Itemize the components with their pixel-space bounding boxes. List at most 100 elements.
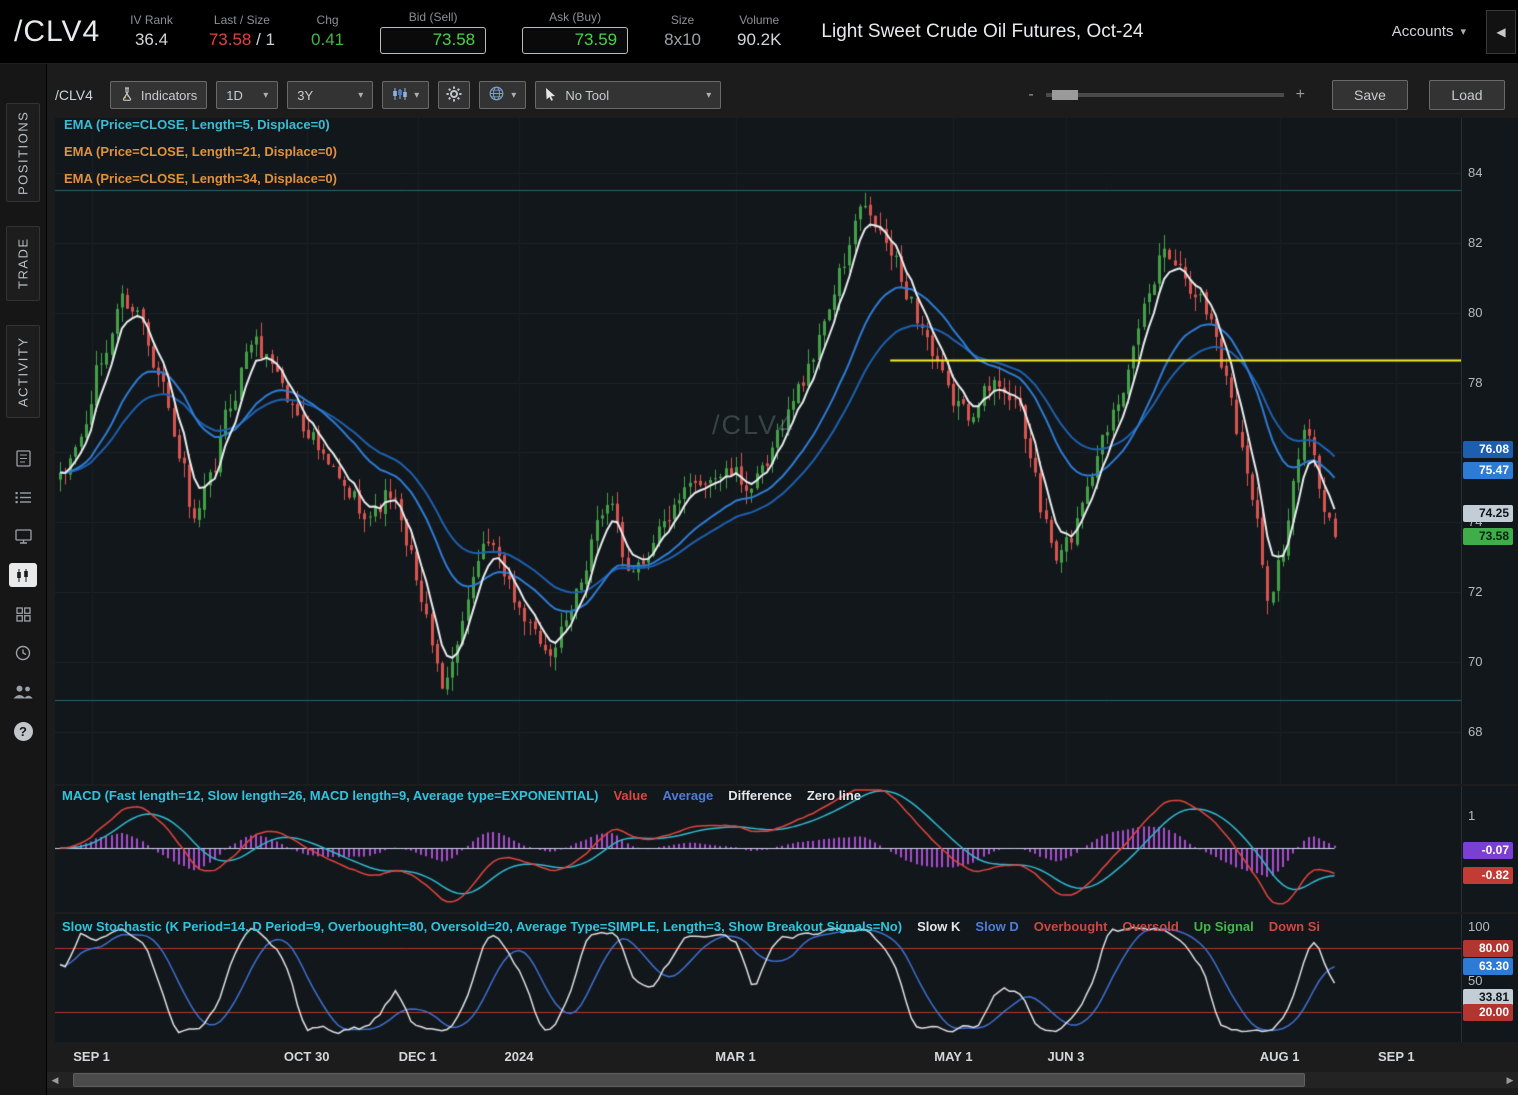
time-axis-label: 2024 (504, 1049, 534, 1064)
scroll-right-button[interactable]: ▶ (1502, 1072, 1518, 1088)
study-label-ema-5[interactable]: EMA (Price=CLOSE, Length=5, Displace=0) (64, 117, 337, 144)
stat-label: Chg (316, 13, 339, 27)
stochastic-legend: Slow Stochastic (K Period=14, D Period=9… (62, 919, 1457, 934)
load-button[interactable]: Load (1429, 80, 1505, 110)
price-badge: 76.08 (1463, 440, 1513, 458)
study-label-ema-34[interactable]: EMA (Price=CLOSE, Length=34, Displace=0) (64, 171, 337, 198)
macd-study-label[interactable]: MACD (Fast length=12, Slow length=26, MA… (62, 788, 598, 803)
zoom-out-button[interactable]: - (1028, 86, 1033, 104)
zoom-slider-track[interactable] (1045, 90, 1284, 100)
chevron-down-icon: ▾ (263, 89, 269, 101)
price-badge: 75.47 (1463, 461, 1513, 479)
stat-chg: Chg 0.41 (311, 13, 344, 50)
stat-bid[interactable]: Bid (Sell) 73.58 (380, 9, 487, 54)
sidebar-tab-activity[interactable]: ACTIVITY (6, 325, 40, 418)
active-tool-dropdown[interactable]: No Tool ▾ (535, 81, 722, 109)
range-dropdown[interactable]: 3Y ▾ (287, 81, 374, 109)
macd-panel-canvas[interactable] (55, 786, 1461, 912)
macd-badge: -0.07 (1463, 842, 1513, 860)
stat-label: Ask (Buy) (549, 9, 602, 24)
stochastic-legend-item: Overbought (1033, 919, 1108, 934)
save-button[interactable]: Save (1332, 80, 1408, 110)
monitor-icon[interactable] (9, 524, 37, 548)
chevron-down-icon: ▾ (706, 89, 712, 101)
scroll-left-button[interactable]: ◀ (47, 1072, 63, 1088)
sidebar-tab-trade[interactable]: TRADE (6, 226, 40, 301)
notes-icon[interactable] (9, 446, 37, 470)
macd-legend-item: Average (662, 788, 714, 803)
chevron-down-icon: ▾ (1460, 26, 1466, 38)
price-badge: 74.25 (1463, 504, 1513, 522)
macd-tick: 1 (1468, 808, 1476, 823)
indicators-button[interactable]: Indicators (109, 81, 208, 109)
scrollbar-thumb[interactable] (73, 1073, 1305, 1087)
collapse-panel-button[interactable]: ◀ (1486, 9, 1516, 54)
stat-label: Volume (739, 13, 780, 27)
chart-toolbar: /CLV4 Indicators 1D ▾ 3Y ▾ ▾ ▾ No Tool ▾… (55, 80, 1505, 110)
price-tick: 78 (1468, 374, 1483, 390)
stat-suffix: / 1 (251, 30, 276, 49)
stochastic-legend-item: Up Signal (1193, 919, 1254, 934)
time-axis-label: MAY 1 (934, 1049, 973, 1064)
macd-axis[interactable]: 1 -0.07 -0.82 (1461, 786, 1518, 912)
symbol: /CLV4 (14, 14, 101, 48)
sidebar: POSITIONS TRADE ACTIVITY ? (0, 64, 47, 1095)
price-tick: 84 (1468, 164, 1483, 180)
time-axis-label: SEP 1 (73, 1049, 110, 1064)
timeframe-value: 1D (226, 87, 243, 103)
accounts-dropdown[interactable]: Accounts ▾ (1386, 17, 1472, 46)
history-icon[interactable] (9, 641, 37, 665)
chevron-down-icon: ▾ (511, 89, 517, 101)
chart-type-dropdown[interactable]: ▾ (382, 81, 430, 109)
timeframe-dropdown[interactable]: 1D ▾ (216, 81, 279, 109)
stat-iv-rank: IV Rank 36.4 (130, 13, 173, 50)
stat-volume: Volume 90.2K (737, 13, 781, 50)
time-axis[interactable]: SEP 1 OCT 30 DEC 1 2024 MAR 1 MAY 1 JUN 3 AUG 1… (55, 1044, 1461, 1068)
study-label-ema-21[interactable]: EMA (Price=CLOSE, Length=21, Displace=0) (64, 144, 337, 171)
chart-settings-button[interactable] (438, 81, 471, 109)
stat-label: Last / Size (213, 13, 270, 27)
macd-legend-item: Difference (728, 788, 792, 803)
stat-value: 73.59 (574, 29, 618, 49)
watchlist-icon[interactable] (9, 485, 37, 509)
indicators-label: Indicators (140, 87, 198, 103)
zoom-in-button[interactable]: + (1296, 86, 1305, 104)
sidebar-icons: ? (9, 446, 37, 743)
price-tick: 82 (1468, 234, 1483, 250)
range-value: 3Y (297, 87, 314, 103)
scrollbar-track[interactable] (63, 1072, 1502, 1088)
price-axis[interactable]: 84828078767472706876.0875.4774.2573.58 (1461, 118, 1518, 784)
time-axis-label: DEC 1 (398, 1049, 437, 1064)
instrument-title: Light Sweet Crude Oil Futures, Oct-24 (821, 20, 1144, 42)
price-tick: 68 (1468, 723, 1483, 739)
stochastic-legend-item: Slow D (975, 919, 1019, 934)
header-stats: IV Rank 36.4 Last / Size 73.58 / 1 Chg 0.41 Bi… (130, 10, 817, 54)
stat-label: Bid (Sell) (408, 9, 458, 24)
chart-scrollbar: ◀ ▶ (47, 1072, 1518, 1088)
stochastic-legend-item: Oversold (1122, 919, 1179, 934)
stochastic-badge: 63.30 (1463, 957, 1513, 975)
price-tick: 80 (1468, 304, 1483, 320)
stochastic-badge: 20.00 (1463, 1004, 1513, 1022)
people-icon[interactable] (9, 680, 37, 704)
grid-icon[interactable] (9, 602, 37, 626)
price-chart-canvas[interactable] (55, 118, 1461, 784)
stat-label: Size (670, 13, 695, 27)
chart-icon[interactable] (9, 563, 37, 587)
time-axis-label: SEP 1 (1378, 1049, 1415, 1064)
zoom-slider-handle[interactable] (1051, 90, 1078, 100)
stat-value: 36.4 (134, 30, 169, 49)
stochastic-study-label[interactable]: Slow Stochastic (K Period=14, D Period=9… (62, 919, 902, 934)
help-icon[interactable]: ? (9, 719, 37, 743)
stat-label: IV Rank (130, 13, 173, 27)
stat-size: Size 8x10 (664, 13, 701, 50)
gear-icon (446, 86, 462, 105)
price-tick: 70 (1468, 654, 1483, 670)
macd-legend-item: Zero line (806, 788, 862, 803)
sidebar-tab-positions[interactable]: POSITIONS (6, 103, 40, 202)
stochastic-axis[interactable]: 100 50 80.00 63.30 33.81 20.00 (1461, 914, 1518, 1042)
stat-value: 73.58 (432, 29, 476, 49)
zoom-control: - + (1028, 86, 1305, 104)
stat-ask[interactable]: Ask (Buy) 73.59 (522, 9, 629, 54)
drawing-tools-dropdown[interactable]: ▾ (479, 81, 527, 109)
